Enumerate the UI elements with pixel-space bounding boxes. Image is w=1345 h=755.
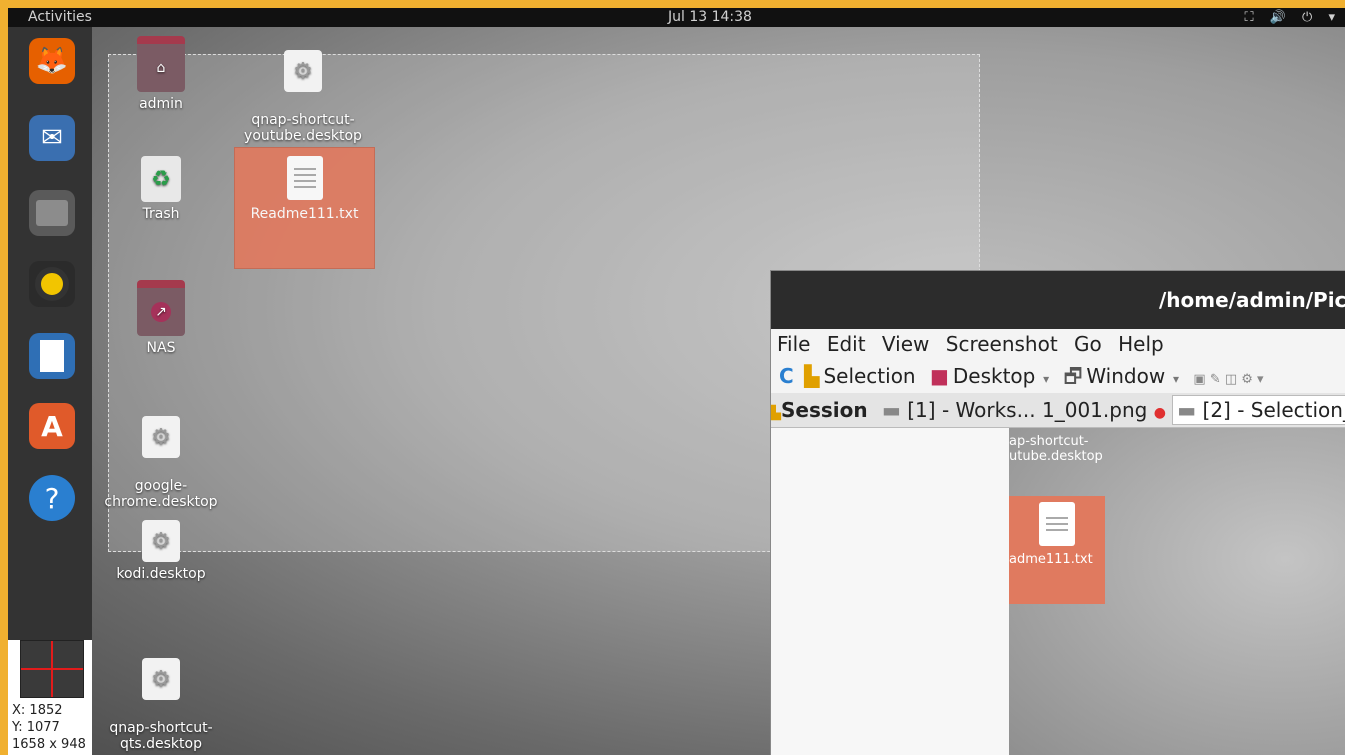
- system-tray[interactable]: ⛶ 🔊 ⏻ ▾: [1245, 8, 1342, 27]
- session-list-pane[interactable]: [771, 428, 1010, 755]
- gear-icon: ⚙: [284, 50, 322, 92]
- trash-icon: ♻: [141, 156, 181, 202]
- gear-icon: ⚙: [142, 520, 180, 562]
- gear-icon: ⚙: [142, 658, 180, 700]
- libreoffice-writer-icon[interactable]: [29, 333, 75, 379]
- desktop-icon-label: Trash: [142, 206, 180, 222]
- image-icon: ▬: [881, 398, 901, 422]
- desktop-icon-admin[interactable]: ⌂ admin: [96, 36, 226, 112]
- window-title: /home/admin/Pict: [771, 271, 1345, 329]
- desktop-icon-label: qnap-shortcut- youtube.desktop: [244, 112, 362, 144]
- nas-folder-icon: ↗: [137, 280, 185, 336]
- screenshot-preview[interactable]: ap-shortcut- utube.desktop adme111.txt: [1009, 428, 1345, 755]
- tab-1[interactable]: [1] - Works... 1_001.png: [907, 398, 1147, 422]
- tab-2-label: [2] - Selection_00: [1202, 398, 1345, 422]
- thunderbird-icon[interactable]: ✉: [29, 115, 75, 161]
- desktop-icon-label: Readme111.txt: [250, 206, 359, 222]
- firefox-icon[interactable]: 🦊: [29, 38, 75, 84]
- rhythmbox-icon[interactable]: [29, 261, 75, 307]
- coord-y: Y: 1077: [12, 720, 60, 735]
- desktop-icon-qts[interactable]: ⚙ qnap-shortcut- qts.desktop: [96, 642, 226, 755]
- session-icon: ▙: [771, 406, 781, 421]
- crosshair-icon: [20, 640, 84, 698]
- desktop-label: Desktop: [952, 364, 1036, 388]
- desktop-icon-label: admin: [139, 96, 183, 112]
- home-folder-icon: ⌂: [137, 36, 185, 92]
- window-button[interactable]: 🗗 Window ▾: [1064, 364, 1183, 388]
- menu-go[interactable]: Go: [1074, 332, 1102, 356]
- chevron-down-icon: ▾: [1039, 372, 1050, 386]
- software-center-icon[interactable]: A: [29, 403, 75, 449]
- coord-x: X: 1852: [12, 703, 63, 718]
- activities-button[interactable]: Activities: [28, 8, 92, 27]
- desktop-icon-trash[interactable]: ♻ Trash: [96, 156, 226, 222]
- selection-icon: ▙: [804, 364, 820, 388]
- desktop-icon-readme-selected[interactable]: Readme111.txt: [234, 147, 375, 269]
- window-content: ap-shortcut- utube.desktop adme111.txt: [771, 428, 1345, 755]
- clock[interactable]: Jul 13 14:38: [668, 8, 752, 27]
- menu-help[interactable]: Help: [1118, 332, 1164, 356]
- toolbar: C ▙ Selection ■ Desktop ▾ 🗗 Window ▾ ▣ ✎ ◫ …: [771, 359, 1345, 393]
- chevron-down-icon: ▾: [1169, 372, 1180, 386]
- desktop-icon-label: NAS: [146, 340, 176, 356]
- menu-bar: File Edit View Screenshot Go Help: [771, 329, 1345, 359]
- magnifier-coords: X: 1852 Y: 1077 1658 x 948: [8, 640, 92, 755]
- session-label[interactable]: Session: [781, 398, 868, 422]
- refresh-button[interactable]: C: [779, 364, 794, 388]
- selection-button[interactable]: ▙ Selection: [804, 364, 920, 388]
- menu-edit[interactable]: Edit: [827, 332, 866, 356]
- desktop-icon-nas[interactable]: ↗ NAS: [96, 280, 226, 356]
- menu-file[interactable]: File: [777, 332, 810, 356]
- menu-view[interactable]: View: [882, 332, 929, 356]
- extra-tools-icons[interactable]: ▣ ✎ ◫ ⚙ ▾: [1193, 372, 1263, 387]
- text-file-icon: [286, 156, 323, 200]
- window-label: Window: [1086, 364, 1166, 388]
- desktop-icon-youtube[interactable]: ⚙ qnap-shortcut- youtube.desktop: [238, 34, 368, 160]
- desktop-icon: ■: [929, 364, 949, 388]
- preview-readme-icon: adme111.txt: [1009, 496, 1105, 604]
- preview-readme-label: adme111.txt: [1009, 552, 1093, 567]
- desktop-icon-label: qnap-shortcut- qts.desktop: [109, 720, 213, 752]
- text-file-icon: [1039, 502, 1075, 546]
- session-tabs: ▙Session ▬ [1] - Works... 1_001.png ● ▬ …: [771, 393, 1345, 428]
- gear-icon: ⚙: [142, 416, 180, 458]
- selection-size: 1658 x 948: [12, 737, 86, 752]
- files-icon[interactable]: [29, 190, 75, 236]
- desktop-icon-label: kodi.desktop: [116, 566, 206, 582]
- window-icon: 🗗: [1063, 364, 1083, 388]
- selection-label: Selection: [823, 364, 916, 388]
- top-bar: Activities Jul 13 14:38 ⛶ 🔊 ⏻ ▾: [8, 8, 1345, 27]
- desktop-icon-chrome[interactable]: ⚙ google- chrome.desktop: [96, 400, 226, 526]
- tab-2[interactable]: ▬ [2] - Selection_00: [1172, 395, 1345, 425]
- menu-screenshot[interactable]: Screenshot: [946, 332, 1058, 356]
- desktop-icon-kodi[interactable]: ⚙ kodi.desktop: [96, 520, 226, 582]
- image-icon: ▬: [1177, 398, 1203, 422]
- desktop-screen: Activities Jul 13 14:38 ⛶ 🔊 ⏻ ▾ 🦊 ✉ A ? …: [8, 8, 1345, 755]
- close-tab-icon[interactable]: ●: [1154, 405, 1166, 421]
- help-icon[interactable]: ?: [29, 475, 75, 521]
- desktop-icon-label: google- chrome.desktop: [104, 478, 218, 510]
- preview-youtube-label: ap-shortcut- utube.desktop: [1009, 434, 1103, 464]
- screenshot-app-window: /home/admin/Pict File Edit View Screensh…: [770, 270, 1345, 755]
- desktop-button[interactable]: ■ Desktop ▾: [930, 364, 1053, 388]
